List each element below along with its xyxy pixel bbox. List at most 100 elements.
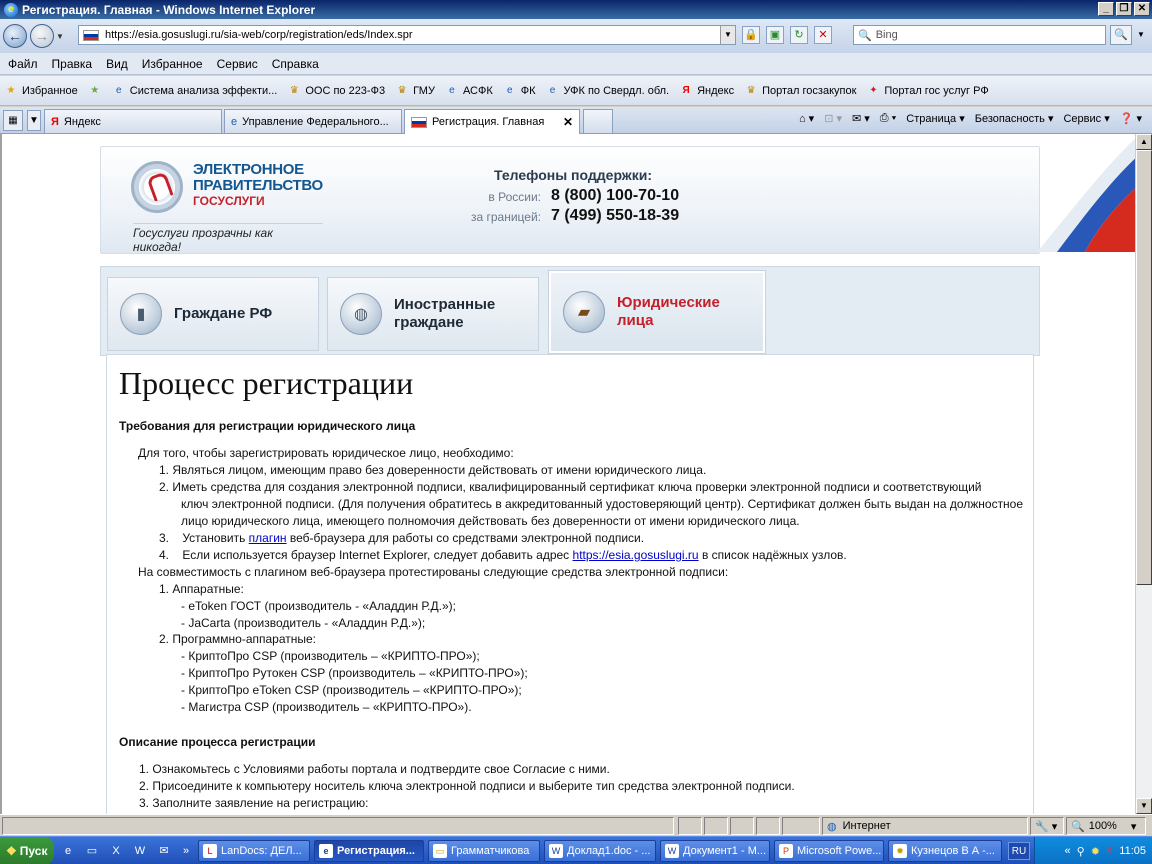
esia-url-link[interactable]: https://esia.gosuslugi.ru — [573, 548, 699, 562]
favorite-item[interactable]: e АСФК — [445, 84, 493, 98]
start-button[interactable]: ❖ Пуск — [0, 837, 54, 864]
new-tab-button[interactable] — [583, 109, 613, 133]
software-item: - КриптоПро eToken CSP (производитель – … — [181, 683, 522, 697]
favorite-item[interactable]: e УФК по Свердл. обл. — [546, 84, 669, 98]
taskbar-item[interactable]: L LanDocs: ДЕЛ... — [198, 840, 310, 862]
quick-tabs-icon[interactable]: ▦ — [3, 110, 23, 131]
close-button[interactable]: ✕ — [1134, 2, 1150, 16]
feeds-icon[interactable]: ⊡ ▾ — [824, 112, 842, 125]
tab-uprav[interactable]: e Управление Федерального... — [224, 109, 402, 133]
tray-network-icon[interactable]: ⚲ — [1077, 845, 1085, 858]
taskbar-item[interactable]: P Microsoft Powe... — [774, 840, 884, 862]
compatibility-icon[interactable]: ▣ — [766, 26, 784, 44]
security-zone[interactable]: ◍ Интернет — [822, 817, 1028, 835]
command-bar: ⌂ ▾ ⊡ ▾ ✉ ▾ ⎙ ▾ Страница ▾ Безопасность … — [799, 112, 1142, 125]
quicklaunch-more-icon[interactable]: » — [178, 843, 194, 859]
window-title: Регистрация. Главная - Windows Internet … — [22, 2, 316, 17]
quicklaunch-outlook-icon[interactable]: ✉ — [156, 843, 172, 859]
menu-tools[interactable]: Сервис — [217, 57, 258, 71]
protected-mode-icon[interactable]: 🔧 ▾ — [1030, 817, 1064, 835]
favorite-item[interactable]: e Система анализа эффекти... — [112, 84, 277, 98]
favorites-button[interactable]: ★ Избранное — [4, 84, 78, 98]
taskbar-item[interactable]: ✹ Кузнецов В А -... — [888, 840, 1002, 862]
favorite-item[interactable]: ♛ ГМУ — [395, 84, 435, 98]
help-icon[interactable]: ❓ ▾ — [1120, 112, 1142, 125]
favorite-label: Яндекс — [697, 84, 735, 97]
scroll-up-arrow[interactable]: ▲ — [1136, 134, 1152, 150]
scroll-thumb[interactable] — [1136, 150, 1152, 585]
taskbar-item[interactable]: ▭ Грамматчикова — [428, 840, 540, 862]
safety-menu[interactable]: Безопасность ▾ — [975, 112, 1054, 125]
menu-help[interactable]: Справка — [272, 57, 319, 71]
hardware-item: - eToken ГОСТ (производитель - «Аладдин … — [181, 599, 456, 613]
search-button[interactable]: 🔍 — [1110, 25, 1132, 45]
tray-kaspersky-icon[interactable]: K — [1106, 845, 1113, 857]
vertical-scrollbar[interactable]: ▲ ▼ — [1135, 134, 1152, 814]
clock[interactable]: 11:05 — [1119, 845, 1146, 857]
menu-edit[interactable]: Правка — [52, 57, 93, 71]
stop-icon[interactable]: ✕ — [814, 26, 832, 44]
minimize-button[interactable]: _ — [1098, 2, 1114, 16]
taskbar-item[interactable]: W Доклад1.doc - ... — [544, 840, 656, 862]
print-icon[interactable]: ⎙ ▾ — [880, 112, 896, 125]
add-favorite-button[interactable]: ★ — [88, 84, 102, 98]
zoom-level: 100% — [1088, 820, 1117, 832]
taskbar-item[interactable]: W Документ1 - М... — [660, 840, 770, 862]
page-menu[interactable]: Страница ▾ — [906, 112, 964, 125]
tab-citizens[interactable]: ▮ Граждане РФ — [107, 277, 319, 351]
requirement-item: 3. Установить плагин веб-браузера для ра… — [159, 531, 644, 545]
req4-text: 4. Если используется браузер Internet Ex… — [159, 548, 573, 562]
search-options-dropdown[interactable]: ▼ — [1134, 25, 1148, 45]
address-bar[interactable]: https://esia.gosuslugi.ru/sia-web/corp/r… — [78, 25, 736, 45]
url-text: https://esia.gosuslugi.ru/sia-web/corp/r… — [105, 29, 413, 41]
favorite-item[interactable]: ♛ ООС по 223-Ф3 — [287, 84, 385, 98]
tab-foreigners[interactable]: ◍ Иностранные граждане — [327, 277, 539, 351]
tools-menu[interactable]: Сервис ▾ — [1063, 112, 1109, 125]
requirement-item: 2. Иметь средства для создания электронн… — [159, 480, 982, 494]
favorite-label: ФК — [520, 84, 536, 97]
page-menu-label: Страница — [906, 113, 957, 125]
plugin-link[interactable]: плагин — [249, 531, 287, 545]
quicklaunch-excel-icon[interactable]: X — [108, 843, 124, 859]
tray-expand-icon[interactable]: « — [1065, 845, 1071, 857]
favorite-label: Портал госзакупок — [762, 84, 857, 97]
history-dropdown[interactable]: ▼ — [54, 32, 66, 41]
menu-file[interactable]: Файл — [8, 57, 38, 71]
forward-button[interactable]: → — [30, 24, 54, 48]
taskbar-item-active[interactable]: e Регистрация... — [314, 840, 424, 862]
scroll-down-arrow[interactable]: ▼ — [1136, 798, 1152, 814]
gosuslugi-icon: ✦ — [869, 84, 878, 96]
zoom-control[interactable]: 🔍 100% ▾ — [1066, 817, 1146, 835]
favorite-item[interactable]: ✦ Портал гос услуг РФ — [866, 84, 989, 98]
refresh-icon[interactable]: ↻ — [790, 26, 808, 44]
support-russia-phone: 8 (800) 100-70-10 — [551, 187, 680, 204]
tab-legal-entities[interactable]: ▰ Юридические лица — [549, 271, 765, 353]
maximize-button[interactable]: ❐ — [1116, 2, 1132, 16]
taskbar-item-label: Кузнецов В А -... — [911, 845, 995, 857]
favorite-item[interactable]: ♛ Портал госзакупок — [744, 84, 857, 98]
lock-icon[interactable]: 🔒 — [742, 26, 760, 44]
back-button[interactable]: ← — [3, 24, 27, 48]
menu-favorites[interactable]: Избранное — [142, 57, 203, 71]
safety-menu-label: Безопасность — [974, 113, 1045, 125]
quicklaunch-word-icon[interactable]: W — [132, 843, 148, 859]
mail-icon[interactable]: ✉ ▾ — [852, 112, 870, 125]
quicklaunch-folder-icon[interactable]: ▭ — [84, 843, 100, 859]
hardware-item: - JaCarta (производитель - «Аладдин Р.Д.… — [181, 616, 426, 630]
tab-yandex[interactable]: Я Яндекс — [44, 109, 222, 133]
menu-view[interactable]: Вид — [106, 57, 128, 71]
close-tab-icon[interactable]: ✕ — [563, 115, 573, 129]
quicklaunch-ie-icon[interactable]: e — [60, 843, 76, 859]
address-dropdown[interactable]: ▼ — [720, 26, 735, 44]
favorite-item[interactable]: Я Яндекс — [679, 84, 735, 98]
favorite-item[interactable]: e ФК — [503, 84, 536, 98]
status-segment — [704, 817, 728, 835]
tab-registration[interactable]: Регистрация. Главная ✕ — [404, 109, 580, 134]
language-indicator[interactable]: RU — [1008, 842, 1030, 860]
search-input[interactable]: 🔍 Bing — [853, 25, 1106, 45]
favorites-bar: ★ Избранное ★ e Система анализа эффекти...… — [0, 76, 1152, 106]
tab-list-dropdown[interactable]: ▼ — [27, 110, 41, 131]
window-controls: _ ❐ ✕ — [1098, 2, 1150, 16]
tray-lightbulb-icon[interactable]: ✹ — [1091, 845, 1100, 858]
home-icon[interactable]: ⌂ ▾ — [799, 112, 814, 125]
